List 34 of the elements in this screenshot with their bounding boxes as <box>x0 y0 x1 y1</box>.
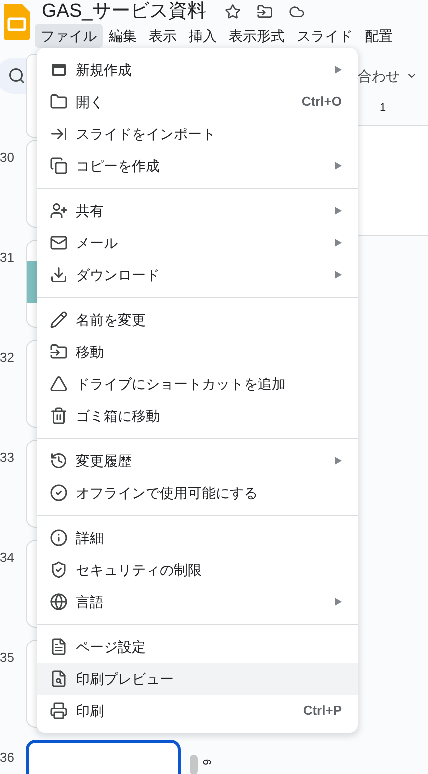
menu-item[interactable]: ゴミ箱に移動 <box>37 400 358 432</box>
menu-item[interactable]: 移動 <box>37 336 358 368</box>
menu-item[interactable]: ページ設定 <box>37 631 358 663</box>
menu-item[interactable]: 印刷プレビュー <box>37 663 358 695</box>
slide-number: 36 <box>0 752 16 764</box>
slide-number: 33 <box>0 452 16 464</box>
menu-bar-item[interactable]: スライド <box>291 24 359 48</box>
menu-item[interactable]: コピーを作成 <box>37 150 358 182</box>
menu-bar-item[interactable]: 編集 <box>103 24 143 48</box>
menu-item[interactable]: ダウンロード <box>37 259 358 291</box>
ruler-label: 6 <box>199 759 214 766</box>
menu-item[interactable]: 詳細 <box>37 522 358 554</box>
menu-item[interactable]: セキュリティの制限 <box>37 554 358 586</box>
menu-item[interactable]: 共有 <box>37 195 358 227</box>
menu-item[interactable]: メール <box>37 227 358 259</box>
menu-item[interactable]: オフラインで使用可能にする <box>37 477 358 509</box>
menu-item[interactable]: 新規作成 <box>37 54 358 86</box>
menu-bar-item[interactable]: 表示 <box>143 24 183 48</box>
menu-item[interactable]: 変更履歴 <box>37 445 358 477</box>
menu-bar-item[interactable]: 挿入 <box>183 24 223 48</box>
zoom-fit-button[interactable]: 合わせ <box>358 66 418 86</box>
slide-number: 34 <box>0 552 16 564</box>
menu-item[interactable]: ドライブにショートカットを追加 <box>37 368 358 400</box>
menu-item[interactable]: 印刷 Ctrl+P <box>37 695 358 727</box>
menu-item[interactable]: 名前を変更 <box>37 304 358 336</box>
slide-number: 32 <box>0 352 16 364</box>
document-title[interactable]: GAS_サービス資料 <box>42 0 207 24</box>
menu-bar-item[interactable]: ファイル <box>35 24 103 48</box>
slide-number: 35 <box>0 652 16 664</box>
menu-bar-item[interactable]: 表示形式 <box>223 24 291 48</box>
slide-number: 30 <box>0 152 16 164</box>
menu-item[interactable]: 言語 <box>37 586 358 618</box>
slide-number: 31 <box>0 252 16 264</box>
menu-bar-item[interactable]: 配置 <box>359 24 399 48</box>
